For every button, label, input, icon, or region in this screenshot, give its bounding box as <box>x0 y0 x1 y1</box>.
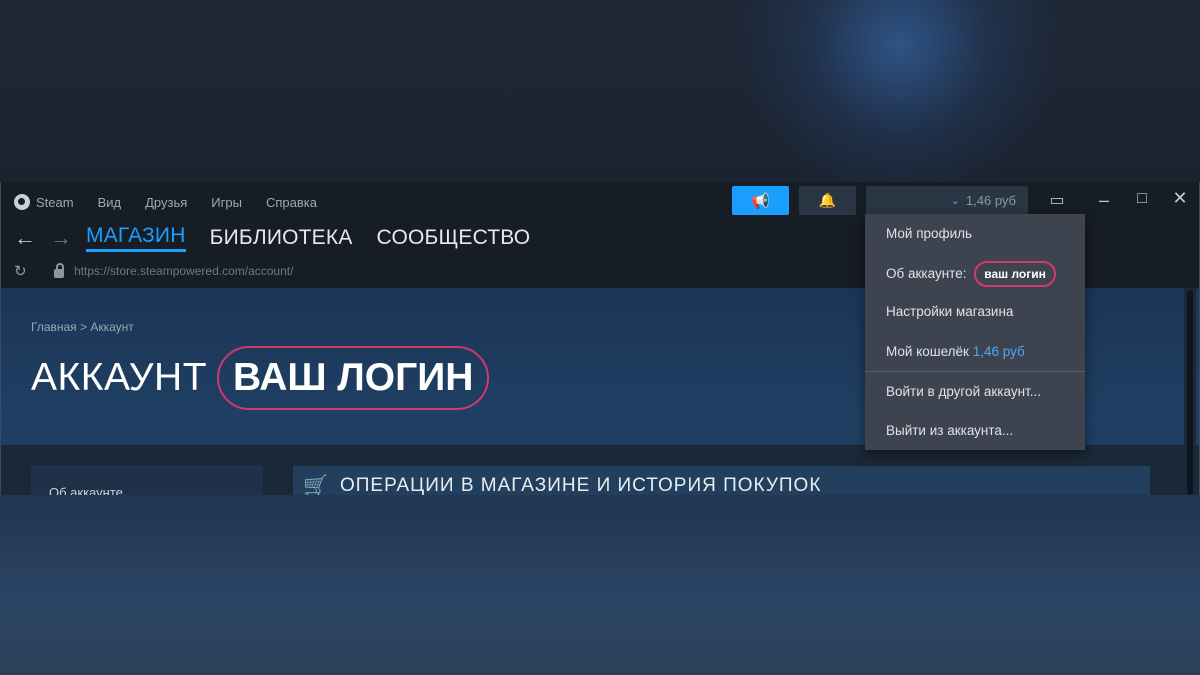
menu-store-settings[interactable]: Настройки магазина <box>886 304 1013 319</box>
bell-icon: 🔔 <box>818 192 837 208</box>
sidebar-item-about[interactable]: Об аккаунте <box>49 485 123 495</box>
menu-logout[interactable]: Выйти из аккаунта... <box>886 423 1013 438</box>
wallet-amount: 1,46 руб <box>972 344 1025 359</box>
wallet-label: Мой кошелёк <box>886 344 969 359</box>
account-menu-button[interactable]: ⌄ 1,46 руб <box>866 186 1028 215</box>
account-dropdown: Мой профиль Об аккаунте: ваш логин Настр… <box>865 214 1085 450</box>
notifications-button[interactable]: 🔔 <box>799 186 856 215</box>
maximize-icon[interactable]: □ <box>1132 190 1152 210</box>
scrollbar-thumb[interactable] <box>1187 290 1193 495</box>
minimize-icon[interactable]: – <box>1094 190 1114 210</box>
tab-store[interactable]: МАГАЗИН <box>86 224 186 252</box>
page-title-row: АККАУНТ ВАШ ЛОГИН <box>31 346 490 410</box>
menu-my-wallet[interactable]: Мой кошелёк 1,46 руб <box>886 344 1025 359</box>
scrollbar[interactable] <box>1184 288 1196 495</box>
announcements-button[interactable]: 📢 <box>732 186 789 215</box>
menu-about-account[interactable]: Об аккаунте: ваш логин <box>886 261 1056 287</box>
main-nav: ← → МАГАЗИН БИБЛИОТЕКА СООБЩЕСТВО <box>14 222 554 254</box>
url-text[interactable]: https://store.steampowered.com/account/ <box>74 264 293 278</box>
highlighted-login-small: ваш логин <box>974 261 1056 287</box>
menu-friends[interactable]: Друзья <box>145 195 187 210</box>
megaphone-icon: 📢 <box>751 192 770 210</box>
account-balance: 1,46 руб <box>965 193 1016 208</box>
reload-icon[interactable]: ↻ <box>14 262 54 280</box>
back-arrow-icon[interactable]: ← <box>14 225 50 251</box>
page-title: АККАУНТ <box>31 356 208 399</box>
section-header: 🛒 ОПЕРАЦИИ В МАГАЗИНЕ И ИСТОРИЯ ПОКУПОК <box>293 466 1150 495</box>
background-top <box>0 0 1200 182</box>
breadcrumb[interactable]: Главная > Аккаунт <box>31 320 134 334</box>
dropdown-divider <box>865 371 1085 372</box>
chevron-down-icon: ⌄ <box>950 195 960 207</box>
section-title: ОПЕРАЦИИ В МАГАЗИНЕ И ИСТОРИЯ ПОКУПОК <box>340 475 822 495</box>
about-account-label: Об аккаунте: <box>886 266 967 281</box>
menu-help[interactable]: Справка <box>266 195 317 210</box>
highlighted-login: ВАШ ЛОГИН <box>217 346 490 410</box>
menu-games[interactable]: Игры <box>211 195 242 210</box>
menu-switch-account[interactable]: Войти в другой аккаунт... <box>886 384 1041 399</box>
close-icon[interactable]: ✕ <box>1170 188 1190 208</box>
lock-icon <box>54 262 64 278</box>
menu-steam[interactable]: Steam <box>14 194 74 210</box>
menu-my-profile[interactable]: Мой профиль <box>886 226 972 241</box>
steam-logo-icon <box>14 194 30 210</box>
menu-view[interactable]: Вид <box>98 195 122 210</box>
tab-library[interactable]: БИБЛИОТЕКА <box>210 226 353 250</box>
tab-community[interactable]: СООБЩЕСТВО <box>377 226 531 250</box>
cart-icon: 🛒 <box>303 475 328 495</box>
monitor-icon[interactable]: ▭ <box>1044 190 1070 212</box>
menu-bar: Steam Вид Друзья Игры Справка <box>14 192 341 212</box>
menu-steam-label: Steam <box>36 194 74 210</box>
account-sidebar: Об аккаунте <box>31 465 263 495</box>
background-bottom <box>0 495 1200 675</box>
forward-arrow-icon[interactable]: → <box>50 225 86 251</box>
url-bar: ↻ https://store.steampowered.com/account… <box>14 262 293 280</box>
